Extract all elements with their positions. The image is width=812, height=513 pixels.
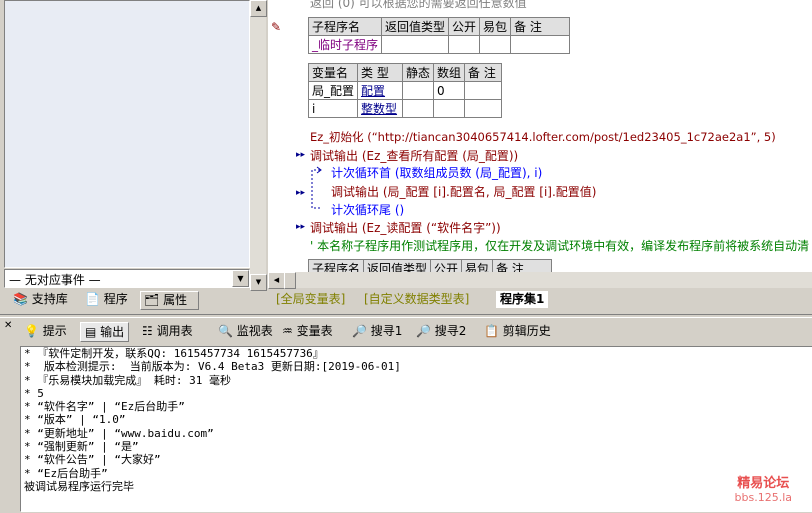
sub-program-table: 子程序名 返回值类型 公开 易包 备 注 _临时子程序 (307, 17, 571, 54)
event-select[interactable]: — 无对应事件 — ▼ (4, 269, 250, 288)
output-line: * “更新地址” | “www.baidu.com” (24, 426, 214, 440)
output-line: * 『乐易模块加载完成』 耗时: 31 毫秒 (24, 373, 231, 387)
output-icon: ▤ (85, 325, 97, 339)
close-icon[interactable]: ✕ (4, 320, 12, 331)
partial-col-name: 子程序名 (307, 259, 365, 272)
sub-name-cell[interactable]: _临时子程序 (307, 35, 383, 54)
program-icon: 📄 (85, 292, 100, 306)
properties-icon: 🗂 (144, 293, 160, 307)
output-line: * 版本检测提示: 当前版本为: V6.4 Beta3 更新日期:[2019-0… (24, 360, 401, 374)
partial-col-public: 公开 (430, 259, 463, 272)
code-line-return: 返回 (0) 可以根据您的需要返回任意数值 (310, 0, 527, 10)
code-line-debug-output-1[interactable]: 调试输出 (Ez_查看所有配置 (局_配置)) (310, 147, 518, 164)
tab-hint[interactable]: 💡 提示 (24, 322, 67, 340)
sub-col-public: 公开 (448, 17, 481, 36)
output-tabs-bar: ✕ 💡 提示 ▤ 输出 ☷ 调用表 🔍 监视表 ♒ 变量表 🔎 搜寻1 🔎 搜寻… (0, 318, 812, 344)
sub-col-name: 子程序名 (307, 17, 383, 36)
code-line-loop-end[interactable]: 计次循环尾 () (331, 201, 404, 218)
sub-col-return-type: 返回值类型 (381, 17, 450, 36)
code-line-comment: ' 本名称子程序用作测试程序用，仅在开发及调试环境中有效，编译发布程序前将被系统… (310, 239, 810, 253)
sub-return-cell[interactable] (381, 35, 450, 54)
var-name-cell[interactable]: 局_配置 (307, 81, 359, 100)
tab-watch-table[interactable]: 🔍 监视表 (218, 322, 273, 340)
output-line: * “版本” | “1.0” (24, 413, 126, 427)
clipboard-icon: 📋 (484, 324, 499, 338)
variable-icon: ♒ (282, 324, 293, 338)
breakpoint-arrow-icon[interactable]: ▸▸ (296, 188, 336, 198)
code-line-debug-output-3[interactable]: 调试输出 (Ez_读配置 (“软件名字”)) (310, 219, 501, 236)
tab-call-table[interactable]: ☷ 调用表 (142, 322, 193, 340)
call-table-icon: ☷ (142, 324, 153, 338)
output-console[interactable]: * 『软件定制开发，联系QQ: 1615457734 1615457736』 *… (20, 346, 812, 512)
partial-col-note: 备 注 (492, 259, 553, 272)
tab-output[interactable]: ▤ 输出 (80, 322, 130, 342)
sub-col-package: 易包 (479, 17, 512, 36)
var-col-static: 静态 (402, 63, 435, 82)
var-array-cell[interactable]: 0 (433, 81, 466, 100)
partial-col-return-type: 返回值类型 (363, 259, 432, 272)
scroll-thumb[interactable] (284, 272, 296, 289)
variable-table: 变量名 类 型 静态 数组 备 注 局_配置 配置 0 i 整数型 (307, 63, 503, 118)
tab-program-set-1[interactable]: 程序集1 (496, 291, 549, 308)
tab-program[interactable]: 📄 程序 (82, 291, 139, 308)
scroll-left-icon[interactable]: ◀ (268, 272, 285, 289)
tab-search-1[interactable]: 🔎 搜寻1 (352, 322, 402, 340)
partial-col-package: 易包 (461, 259, 494, 272)
output-line: * “软件名字” | “Ez后台助手” (24, 400, 185, 414)
var-col-note: 备 注 (464, 63, 503, 82)
left-vertical-scrollbar[interactable]: ▲ ▼ (250, 0, 267, 291)
var-col-type: 类 型 (357, 63, 404, 82)
tab-variable-table[interactable]: ♒ 变量表 (282, 322, 333, 340)
var-name-cell[interactable]: i (307, 99, 359, 118)
output-line: * “软件公告” | “大家好” (24, 453, 161, 467)
code-editor[interactable]: 返回 (0) 可以根据您的需要返回任意数值 ✎ 子程序名 返回值类型 公开 易包… (268, 0, 812, 272)
sub-program-table-partial: 子程序名 返回值类型 公开 易包 备 注 (307, 259, 553, 272)
var-note-cell[interactable] (464, 81, 503, 100)
output-line: * “Ez后台助手” (24, 466, 108, 480)
output-line: * 5 (24, 386, 44, 400)
var-static-cell[interactable] (402, 81, 435, 100)
code-horizontal-scrollbar[interactable]: ◀ (268, 272, 812, 289)
sub-package-cell[interactable] (479, 35, 512, 54)
event-select-value: — 无对应事件 — (9, 273, 101, 287)
output-line: * “强制更新” | “是” (24, 440, 139, 454)
code-line-debug-output-2[interactable]: 调试输出 (局_配置 [i].配置名, 局_配置 [i].配置值) (331, 183, 596, 200)
var-col-name: 变量名 (307, 63, 359, 82)
forum-watermark: 精易论坛 bbs.125.la (735, 472, 792, 504)
var-note-cell[interactable] (464, 99, 503, 118)
tab-search-2[interactable]: 🔎 搜寻2 (416, 322, 466, 340)
var-type-cell[interactable]: 整数型 (357, 99, 404, 118)
tab-global-variables[interactable]: [全局变量表] (276, 291, 345, 308)
var-array-cell[interactable] (433, 99, 466, 118)
program-tree-panel[interactable] (4, 0, 250, 268)
pencil-icon: ✎ (271, 20, 282, 34)
scroll-up-icon[interactable]: ▲ (250, 0, 267, 17)
var-static-cell[interactable] (402, 99, 435, 118)
bulb-icon: 💡 (24, 324, 39, 338)
tab-support-library[interactable]: 📚 支持库 (10, 291, 79, 308)
code-line-init[interactable]: Ez_初始化 (“http://tiancan3040657414.lofter… (310, 129, 776, 145)
library-icon: 📚 (13, 292, 28, 306)
var-type-cell[interactable]: 配置 (357, 81, 404, 100)
scroll-down-icon[interactable]: ▼ (250, 274, 267, 291)
var-col-array: 数组 (433, 63, 466, 82)
tab-properties[interactable]: 🗂 属性 (140, 291, 199, 310)
left-panel-tabs: 📚 支持库 📄 程序 🗂 属性 (4, 290, 266, 310)
chevron-down-icon[interactable]: ▼ (232, 270, 249, 287)
find-icon: 🔎 (416, 324, 431, 338)
tab-custom-types[interactable]: [自定义数据类型表] (364, 291, 469, 308)
find-icon: 🔎 (352, 324, 367, 338)
search-icon: 🔍 (218, 324, 233, 338)
output-line: * 『软件定制开发，联系QQ: 1615457734 1615457736』 (24, 347, 324, 360)
watermark-title: 精易论坛 (737, 476, 790, 491)
watermark-url: bbs.125.la (734, 491, 792, 504)
code-line-loop-start[interactable]: 计次循环首 (取数组成员数 (局_配置), i) (331, 164, 542, 181)
sub-note-cell[interactable] (510, 35, 571, 54)
output-line: 被调试易程序运行完毕 (24, 479, 134, 493)
sub-col-note: 备 注 (510, 17, 571, 36)
sub-public-cell[interactable] (448, 35, 481, 54)
tab-clip-history[interactable]: 📋 剪辑历史 (484, 322, 551, 340)
code-sheet-tabs: [全局变量表] [自定义数据类型表] 程序集1 (268, 290, 812, 310)
